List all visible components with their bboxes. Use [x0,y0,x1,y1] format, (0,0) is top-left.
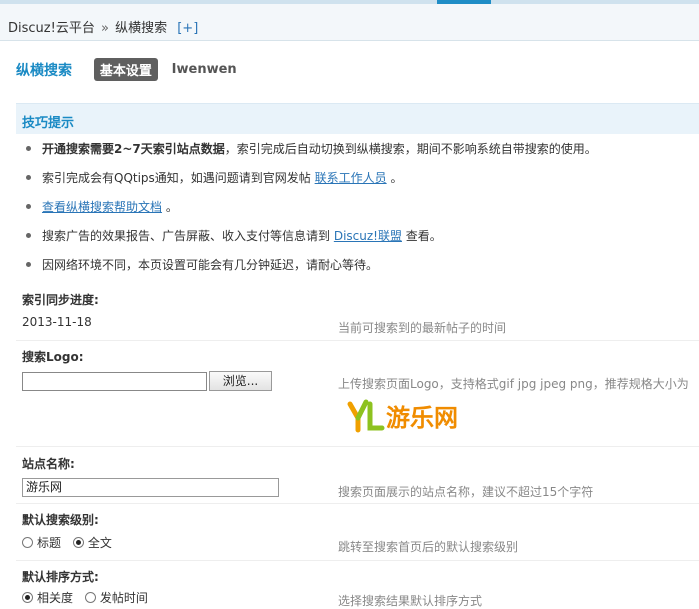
help-docs-link[interactable]: 查看纵横搜索帮助文档 [42,200,162,214]
tip-text-after: 查看。 [401,229,442,243]
row-divider [16,446,699,447]
sort-order-radio-group: 相关度 发帖时间 [22,589,156,606]
search-logo-hint: 上传搜索页面Logo，支持格式gif jpg jpeg png，推荐规格大小为 [338,377,689,391]
search-level-radio-group: 标题 全文 [22,534,120,551]
tip-item: 索引完成会有QQtips通知，如遇问题请到官网发帖 联系工作人员 。 [24,169,699,198]
tip-text-after: 。 [386,171,403,185]
radio-circle-selected[interactable] [72,537,84,548]
tip-bold-text: 开通搜索需要2~7天索引站点数据 [42,142,225,156]
breadcrumb-root[interactable]: Discuz!云平台 [8,21,95,36]
radio-title[interactable]: 标题 [22,534,61,551]
tip-text-after: 。 [162,200,178,214]
radio-post-time[interactable]: 发帖时间 [84,589,148,606]
tips-heading: 技巧提示 [22,116,75,131]
radio-label: 相关度 [37,591,74,605]
tab-iwenwen[interactable]: Iwenwen [172,62,237,77]
tip-item: 因网络环境不同，本页设置可能会有几分钟延迟，请耐心等待。 [24,256,699,285]
radio-circle[interactable] [22,537,33,548]
bullet-icon [26,146,31,151]
breadcrumb-separator: » [100,21,109,36]
logo-y-stroke-right [355,399,369,421]
browse-button[interactable]: 浏览... [209,371,272,391]
row-divider [16,340,699,341]
tips-header: 技巧提示 [16,103,699,134]
site-name-hint: 搜索页面展示的站点名称，建议不超过15个字符 [338,485,594,499]
radio-label: 标题 [37,536,62,550]
radio-relevance[interactable]: 相关度 [22,589,73,606]
bullet-icon [26,233,31,238]
site-name-input[interactable]: 游乐网 [22,478,279,497]
tip-text: 因网络环境不同，本页设置可能会有几分钟延迟，请耐心等待。 [42,258,379,272]
index-progress-label: 索引同步进度: [22,293,99,307]
tip-text: 索引完成会有QQtips通知，如遇问题请到官网发帖 [42,171,315,185]
bullet-icon [26,204,31,209]
active-nav-indicator [437,0,491,4]
tip-text: 搜索广告的效果报告、广告屏蔽、收入支付等信息请到 [42,229,334,243]
index-progress-hint: 当前可搜索到的最新帖子的时间 [338,321,507,335]
radio-circle[interactable] [84,592,96,603]
tip-text: ，索引完成后自动切换到纵横搜索，期间不影响系统自带搜索的使用。 [224,142,597,156]
sub-navigation: 纵横搜索 基本设置 Iwenwen [16,58,237,81]
bullet-icon [26,262,31,267]
radio-label: 发帖时间 [99,591,148,605]
contact-staff-link[interactable]: 联系工作人员 [315,171,387,185]
discuz-union-link[interactable]: Discuz!联盟 [334,229,402,243]
row-divider [16,503,699,504]
search-level-hint: 跳转至搜索首页后的默认搜索级别 [338,540,519,554]
radio-label: 全文 [87,536,112,550]
page-title: 纵横搜索 [16,62,72,79]
tips-list: 开通搜索需要2~7天索引站点数据，索引完成后自动切换到纵横搜索，期间不影响系统自… [24,140,699,285]
logo-file-input[interactable] [22,372,207,391]
tip-item: 查看纵横搜索帮助文档 。 [24,198,699,227]
top-bar: Discuz!云平台 » 纵横搜索 [+] [0,0,699,41]
breadcrumb: Discuz!云平台 » 纵横搜索 [+] [8,17,198,36]
row-divider [16,560,699,561]
logo-wordmark: 游乐网 [386,404,458,432]
site-logo-image: 游乐网 [347,399,458,433]
index-progress-value: 2013-11-18 [22,315,92,329]
radio-circle-selected[interactable] [22,592,33,603]
tip-item: 搜索广告的效果报告、广告屏蔽、收入支付等信息请到 Discuz!联盟 查看。 [24,227,699,256]
sort-order-label: 默认排序方式: [22,570,99,584]
tab-basic-settings[interactable]: 基本设置 [93,58,158,81]
bullet-icon [26,175,31,180]
top-accent-line [0,0,699,4]
add-shortcut-button[interactable]: [+] [177,21,198,36]
logo-l-stroke [367,401,385,431]
tip-item: 开通搜索需要2~7天索引站点数据，索引完成后自动切换到纵横搜索，期间不影响系统自… [24,140,699,169]
breadcrumb-current: 纵横搜索 [115,21,168,36]
radio-fulltext[interactable]: 全文 [72,534,112,551]
search-level-label: 默认搜索级别: [22,513,99,527]
search-logo-label: 搜索Logo: [22,350,84,364]
site-name-label: 站点名称: [22,457,75,471]
